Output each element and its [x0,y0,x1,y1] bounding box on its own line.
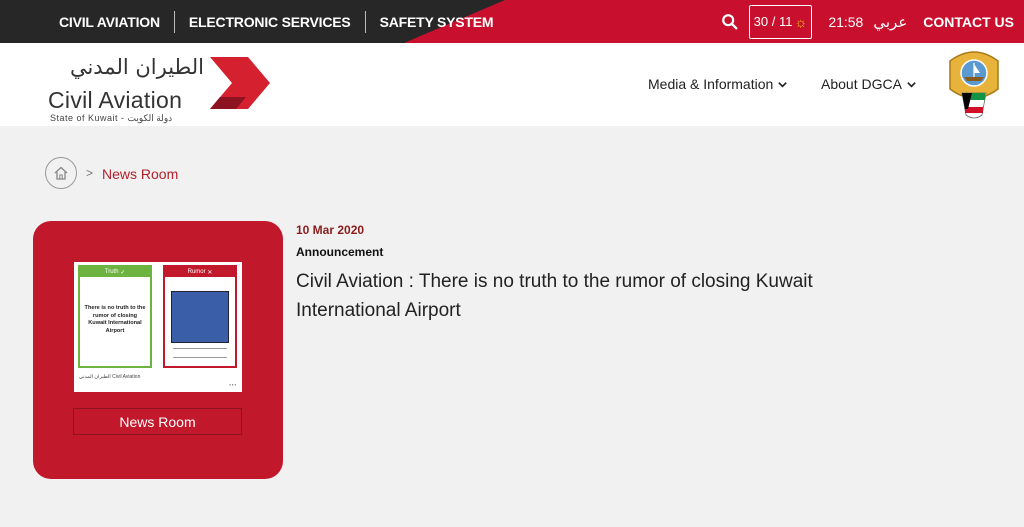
breadcrumb-separator-icon: > [86,166,94,180]
news-card[interactable]: Truth ✓ There is no truth to the rumor o… [33,221,283,479]
logo-english-text: Civil Aviation [48,87,183,113]
nav-about-dgca[interactable]: About DGCA [821,76,917,92]
rumor-screenshot [171,291,229,343]
news-room-button[interactable]: News Room [73,408,242,435]
weather-temperature: 30 / 11 [753,14,793,29]
logo-arabic-text: الطيران المدني [69,55,204,79]
top-right-tools: 30 / 11 ☼ 21:58 عربي CONTACT US [721,0,1014,43]
truth-header: Truth ✓ [80,267,150,277]
nav-media-information-label: Media & Information [648,76,774,92]
truth-label: Truth [104,269,119,275]
topnav-electronic-services[interactable]: ELECTRONIC SERVICES [175,14,365,30]
chevron-down-icon [778,81,788,88]
top-nav: CIVIL AVIATION ELECTRONIC SERVICES SAFET… [45,0,507,43]
thumbnail-social-icon: ▪ ▪ ▪ [229,382,236,387]
rumor-header: Rumor ✕ [165,267,235,277]
article-title[interactable]: Civil Aviation : There is no truth to th… [296,267,856,325]
weather-widget: 30 / 11 ☼ [748,4,813,39]
topnav-safety-system[interactable]: SAFETY SYSTEM [366,14,508,30]
breadcrumb-news-room[interactable]: News Room [102,166,178,182]
thumbnail-logo: الطيران المدني Civil Aviation [79,374,141,380]
rumor-label: Rumor [187,269,206,275]
logo-chevron-icon [210,57,270,109]
article-category: Announcement [296,245,384,259]
home-button[interactable] [45,157,77,189]
clock-time: 21:58 [828,13,864,30]
nav-about-dgca-label: About DGCA [821,76,902,92]
nav-media-information[interactable]: Media & Information [648,76,788,92]
home-icon [54,166,68,180]
contact-us-link[interactable]: CONTACT US [923,14,1014,30]
article-date: 10 Mar 2020 [296,223,365,237]
thumbnail-truth-panel: Truth ✓ There is no truth to the rumor o… [78,265,152,368]
rumor-caption [173,348,227,358]
kuwait-emblem-icon[interactable] [944,49,1004,121]
truth-text: There is no truth to the rumor of closin… [84,305,146,334]
thumbnail-rumor-panel: Rumor ✕ [163,265,237,368]
topnav-civil-aviation[interactable]: CIVIL AVIATION [45,14,174,30]
chevron-down-icon [907,81,916,88]
logo-subtitle: State of Kuwait - دولة الكويت [50,113,173,123]
news-thumbnail[interactable]: Truth ✓ There is no truth to the rumor o… [74,262,242,392]
search-icon[interactable] [721,13,739,31]
top-bar: CIVIL AVIATION ELECTRONIC SERVICES SAFET… [0,0,1024,43]
site-header: الطيران المدني Civil Aviation State of K… [0,43,1024,126]
language-switch[interactable]: عربي [873,13,907,31]
sun-icon: ☼ [794,13,808,30]
